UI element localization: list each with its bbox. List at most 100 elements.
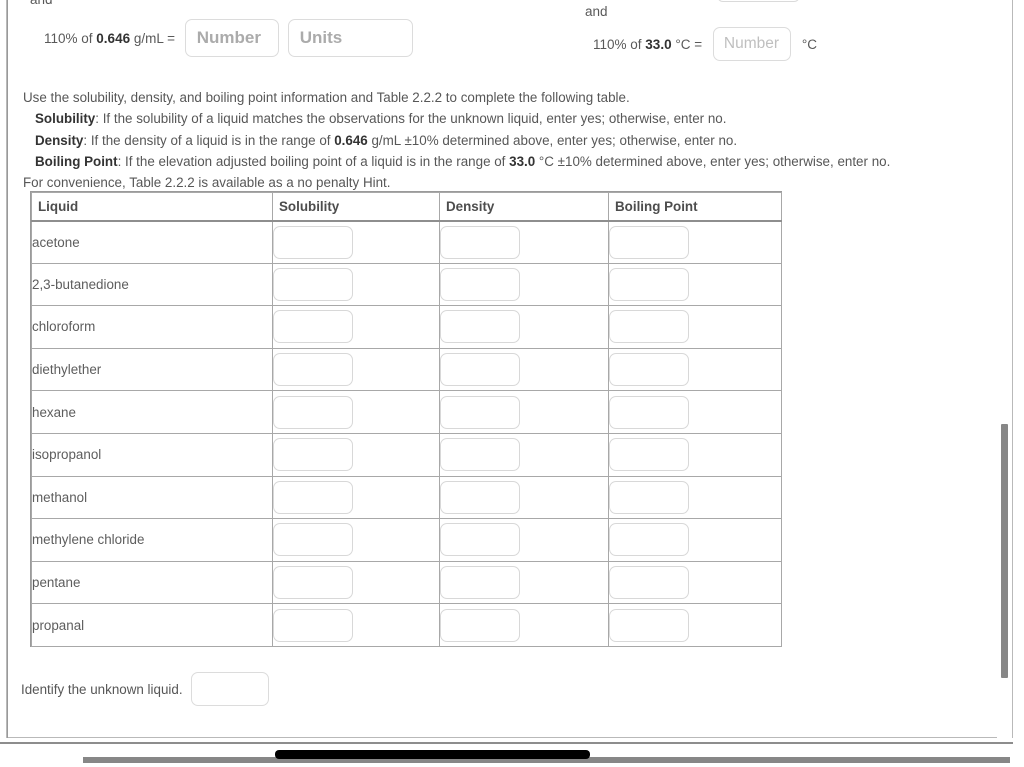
boiling-value-bold: 33.0: [645, 36, 672, 52]
page-root: and 110% of 0.646 g/mL = and 110% of 33.…: [0, 0, 1024, 767]
identify-label: Identify the unknown liquid.: [21, 681, 183, 697]
top-inputs-block: and 110% of 0.646 g/mL = and 110% of 33.…: [7, 0, 1014, 80]
identify-unknown-input[interactable]: [190, 672, 269, 706]
boiling-point-input-cell: [608, 347, 782, 392]
liquid-name-cell: methanol: [31, 475, 273, 520]
density-input-cell: [439, 390, 609, 434]
solubility-input-cell: [272, 475, 440, 520]
boiling-point-input[interactable]: [609, 480, 689, 514]
boiling-inline-value: 33.0: [509, 153, 536, 169]
boiling-label: Boiling Point: [35, 153, 118, 169]
boiling-prefix-text: 110% of: [593, 36, 646, 52]
boiling-point-input-cell: [608, 390, 782, 434]
solubility-label: Solubility: [35, 111, 96, 127]
boiling-point-input-cell: [608, 518, 782, 562]
density-prefix-text: 110% of: [44, 30, 97, 46]
solubility-input-cell: [272, 560, 440, 605]
density-input-cell: [439, 220, 609, 264]
density-input[interactable]: [440, 438, 520, 472]
density-units-input[interactable]: [287, 19, 413, 57]
density-input-cell: [439, 347, 609, 392]
solubility-input-cell: [272, 390, 440, 434]
density-input[interactable]: [440, 480, 520, 514]
solubility-input-cell: [272, 220, 440, 264]
boiling-percent-row: 110% of 33.0 °C = °C: [593, 27, 817, 61]
table-row: 2,3-butanedione: [31, 262, 782, 307]
boiling-point-input-cell: [608, 560, 782, 605]
solubility-input-cell: [272, 347, 440, 392]
clipped-input-above[interactable]: [717, 0, 800, 2]
boiling-point-input-cell: [608, 603, 782, 647]
boiling-number-input[interactable]: [712, 27, 791, 61]
boiling-point-input[interactable]: [609, 438, 689, 472]
boiling-point-input[interactable]: [609, 566, 689, 600]
boiling-point-input-cell: [608, 305, 782, 349]
density-input[interactable]: [440, 523, 520, 557]
density-label: Density: [35, 132, 84, 148]
boiling-point-input[interactable]: [609, 225, 689, 259]
solubility-text: : If the solubility of a liquid matches …: [95, 111, 727, 127]
instruction-solubility: Solubility: If the solubility of a liqui…: [23, 108, 1013, 129]
boiling-point-input[interactable]: [609, 310, 689, 344]
density-and-label: and: [30, 0, 53, 7]
table-row: pentane: [31, 560, 782, 605]
density-input-cell: [439, 475, 609, 520]
solubility-input[interactable]: [273, 566, 353, 600]
panel-left-edge: [7, 0, 8, 738]
liquid-name-cell: diethylether: [31, 347, 273, 392]
panel-bottom-divider: [0, 742, 1013, 744]
boiling-point-input[interactable]: [609, 395, 689, 429]
density-input-cell: [439, 262, 609, 307]
table-row: hexane: [31, 390, 782, 434]
liquids-table: Liquid Solubility Density Boiling Point …: [31, 192, 782, 647]
identify-unknown-row: Identify the unknown liquid.: [21, 672, 269, 706]
density-input[interactable]: [440, 310, 520, 344]
boiling-point-input-cell: [608, 220, 782, 264]
density-input[interactable]: [440, 267, 520, 301]
horizontal-scrollbar-thumb[interactable]: [275, 750, 590, 759]
boiling-point-input-cell: [608, 432, 782, 477]
boiling-point-input[interactable]: [609, 353, 689, 387]
liquid-name-cell: pentane: [31, 560, 273, 605]
liquid-name-cell: propanal: [31, 603, 273, 647]
solubility-input-cell: [272, 305, 440, 349]
boiling-point-input-cell: [608, 262, 782, 307]
density-value-bold: 0.646: [96, 30, 131, 46]
solubility-input[interactable]: [273, 608, 353, 642]
solubility-input[interactable]: [273, 310, 353, 344]
instruction-intro: Use the solubility, density, and boiling…: [23, 90, 630, 105]
density-input[interactable]: [440, 225, 520, 259]
col-header-liquid: Liquid: [31, 192, 273, 222]
liquid-name-cell: 2,3-butanedione: [31, 262, 273, 307]
vertical-scrollbar-track[interactable]: [997, 0, 1012, 739]
boiling-point-input[interactable]: [609, 608, 689, 642]
density-input[interactable]: [440, 353, 520, 387]
density-input[interactable]: [440, 395, 520, 429]
solubility-input[interactable]: [273, 480, 353, 514]
boiling-point-input[interactable]: [609, 267, 689, 301]
solubility-input[interactable]: [273, 225, 353, 259]
density-input[interactable]: [440, 608, 520, 642]
solubility-input[interactable]: [273, 438, 353, 472]
table-row: acetone: [31, 220, 782, 264]
liquid-name-cell: hexane: [31, 390, 273, 434]
solubility-input-cell: [272, 518, 440, 562]
liquids-table-wrapper: Liquid Solubility Density Boiling Point …: [30, 191, 782, 647]
boiling-point-input[interactable]: [609, 523, 689, 557]
density-input-cell: [439, 305, 609, 349]
liquid-name-cell: chloroform: [31, 305, 273, 349]
table-body: acetone 2,3-butanedione chloroform diethyle…: [31, 220, 782, 647]
density-number-input[interactable]: [184, 19, 279, 57]
vertical-scrollbar-thumb[interactable]: [1001, 424, 1008, 678]
solubility-input[interactable]: [273, 267, 353, 301]
table-row: isopropanol: [31, 432, 782, 477]
solubility-input[interactable]: [273, 353, 353, 387]
instruction-boiling: Boiling Point: If the elevation adjusted…: [23, 151, 1013, 172]
content-panel: and 110% of 0.646 g/mL = and 110% of 33.…: [6, 0, 1014, 739]
col-header-boiling-point: Boiling Point: [608, 192, 782, 222]
col-header-density: Density: [439, 192, 609, 222]
density-input[interactable]: [440, 566, 520, 600]
table-row: propanal: [31, 603, 782, 647]
solubility-input[interactable]: [273, 395, 353, 429]
solubility-input[interactable]: [273, 523, 353, 557]
